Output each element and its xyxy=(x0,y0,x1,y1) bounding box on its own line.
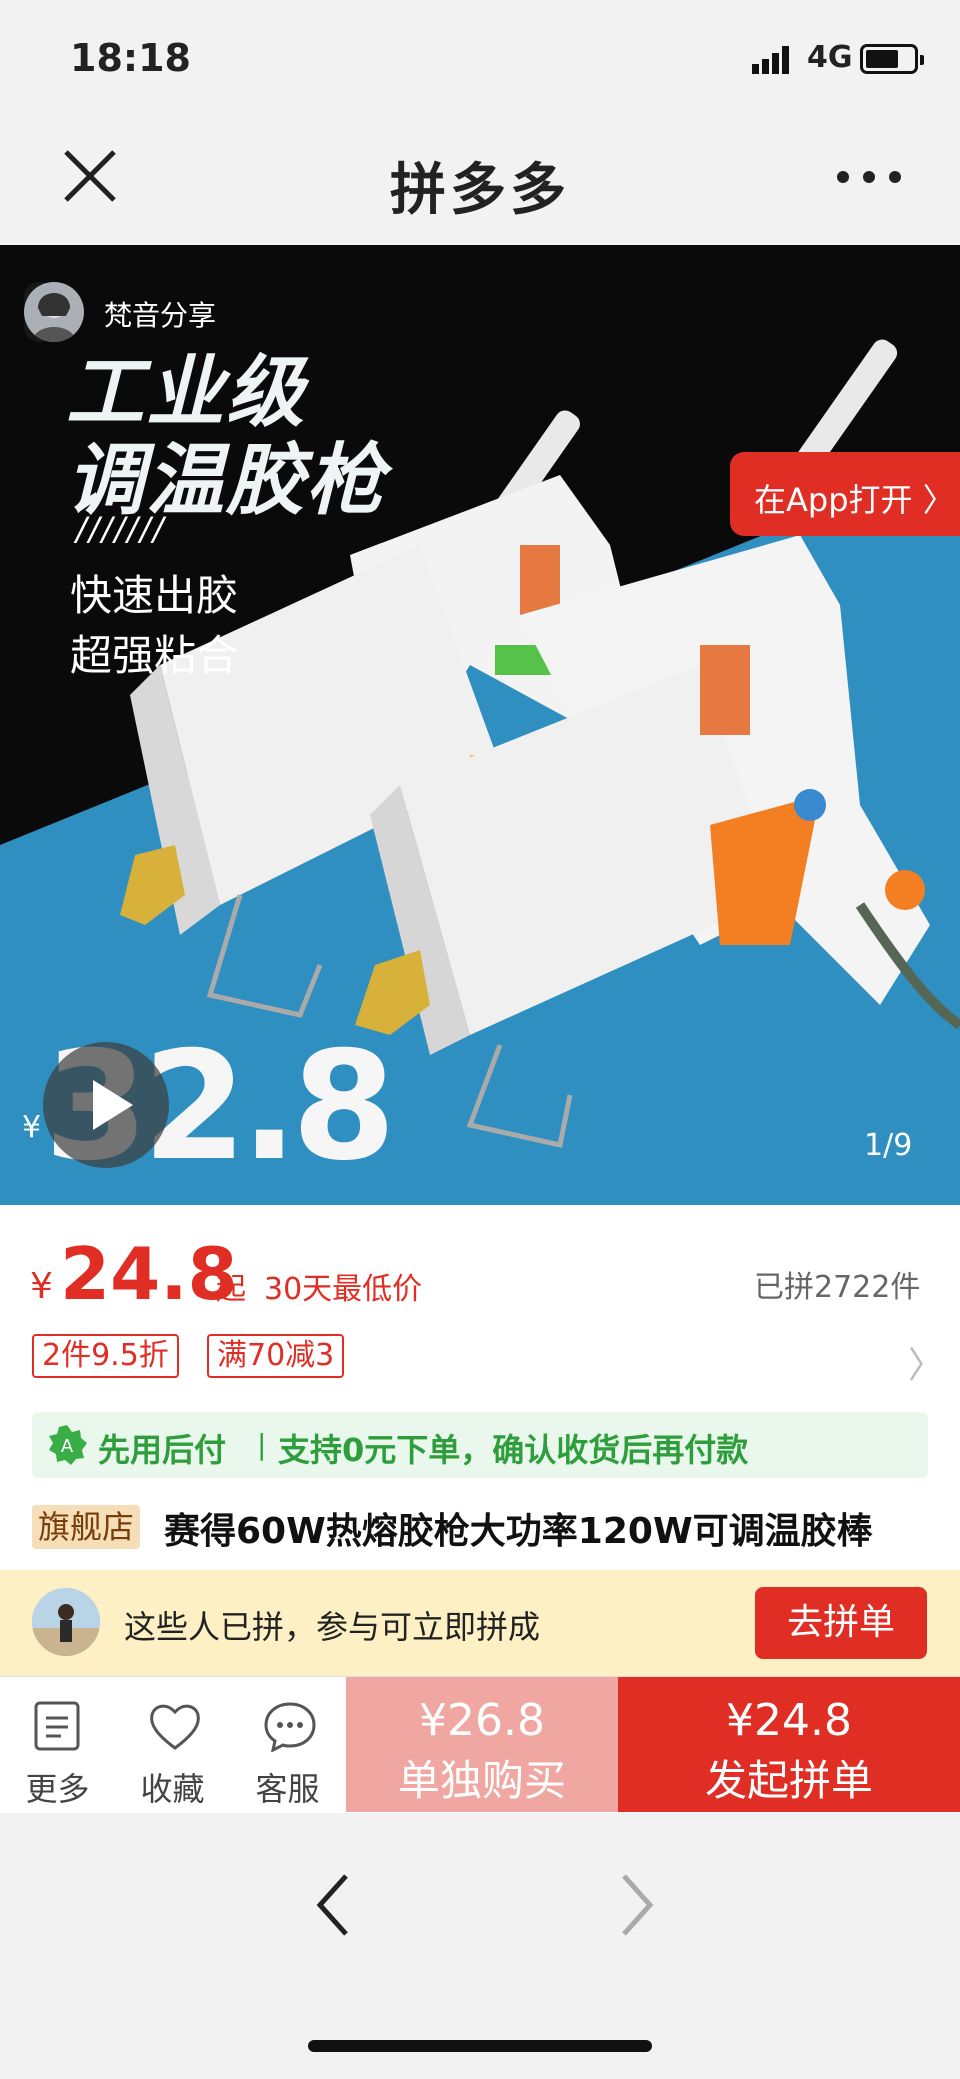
document-list-icon xyxy=(34,1701,80,1751)
buy-alone-label: 单独购买 xyxy=(397,1756,566,1805)
sharer-name: 梵音分享 xyxy=(104,299,217,332)
group-buy-text: 这些人已拼，参与可立即拼成 xyxy=(124,1608,541,1646)
hero-subline-2: 超强粘合 xyxy=(70,631,239,680)
svg-text:A: A xyxy=(61,1436,74,1457)
promo-currency: ¥ xyxy=(22,1110,42,1145)
customer-service-label: 客服 xyxy=(255,1770,320,1808)
status-time: 18:18 xyxy=(70,36,191,80)
signal-icon xyxy=(752,46,789,74)
sharer-chip[interactable]: 梵音分享 xyxy=(24,282,216,342)
image-pager: 1/9 xyxy=(864,1128,913,1163)
promo-tag[interactable]: 满70减3 xyxy=(207,1334,345,1378)
more-button[interactable]: 更多 xyxy=(0,1680,115,1810)
page-title: 拼多多 xyxy=(390,158,570,223)
pay-later-badge-icon: A xyxy=(49,1425,87,1465)
product-title: 赛得60W热熔胶枪大功率120W可调温胶棒 xyxy=(164,1511,873,1552)
pay-later-title: 先用后付 xyxy=(98,1431,227,1469)
start-group-price: ¥24.8 xyxy=(726,1695,852,1746)
play-video-icon[interactable] xyxy=(43,1042,169,1168)
pay-later-separator: | xyxy=(257,1428,267,1461)
buy-alone-button[interactable]: ¥26.8 单独购买 xyxy=(346,1677,618,1812)
heart-icon xyxy=(150,1704,200,1750)
customer-service-button[interactable]: 客服 xyxy=(230,1680,345,1810)
store-badge: 旗舰店 xyxy=(32,1505,141,1549)
buy-alone-price: ¥26.8 xyxy=(419,1695,545,1746)
more-dots-icon[interactable] xyxy=(836,170,902,184)
sold-count: 已拼2722件 xyxy=(754,1270,921,1305)
price-currency: ¥ xyxy=(30,1266,53,1307)
back-icon[interactable] xyxy=(310,1870,360,1940)
start-group-label: 发起拼单 xyxy=(704,1756,873,1805)
chevron-right-icon: 〉 xyxy=(922,481,955,519)
favorite-label: 收藏 xyxy=(140,1770,205,1808)
battery-icon xyxy=(860,44,924,74)
open-in-app-label: 在App打开 〉 xyxy=(754,481,955,519)
chat-bubble-icon xyxy=(264,1702,316,1752)
lowest-price-tag: 30天最低价 xyxy=(264,1272,423,1307)
hero-slashes: /////// xyxy=(76,510,166,548)
price-suffix: 起 xyxy=(216,1272,246,1307)
pay-later-desc: 支持0元下单，确认收货后再付款 xyxy=(278,1431,749,1469)
join-group-button[interactable]: 去拼单 xyxy=(755,1587,927,1659)
start-group-button[interactable]: ¥24.8 发起拼单 xyxy=(618,1677,960,1812)
group-member-avatar xyxy=(32,1588,100,1656)
network-label: 4G xyxy=(807,40,853,75)
forward-icon[interactable] xyxy=(610,1870,660,1940)
chevron-right-icon[interactable]: 〉 xyxy=(908,1336,944,1388)
promo-tag[interactable]: 2件9.5折 xyxy=(32,1334,179,1378)
hero-subline-1: 快速出胶 xyxy=(70,571,239,620)
home-indicator xyxy=(308,2040,652,2052)
favorite-button[interactable]: 收藏 xyxy=(115,1680,230,1810)
open-in-app-button[interactable]: 在App打开 〉 xyxy=(730,452,960,536)
sharer-avatar xyxy=(24,282,84,342)
product-price: 24.8 xyxy=(60,1232,238,1316)
more-label: 更多 xyxy=(25,1770,90,1808)
